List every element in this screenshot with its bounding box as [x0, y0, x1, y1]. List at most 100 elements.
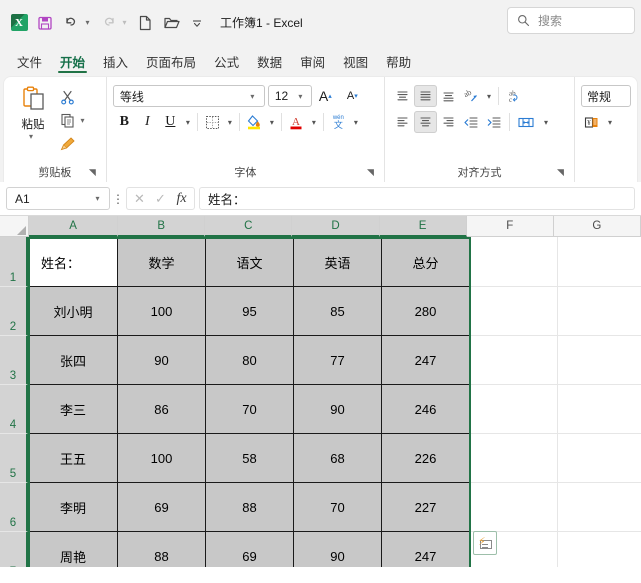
cell-g3[interactable]	[558, 336, 641, 385]
cell-e7[interactable]: 247	[382, 532, 470, 567]
row-header-2[interactable]: 2	[0, 287, 28, 336]
cell-c3[interactable]: 80	[206, 336, 294, 385]
cell-f1[interactable]	[470, 237, 558, 287]
wrap-text-button[interactable]: ab c	[502, 85, 529, 107]
cell-b5[interactable]: 100	[118, 434, 206, 483]
undo-icon[interactable]	[58, 10, 84, 36]
row-header-5[interactable]: 5	[0, 434, 28, 483]
name-box-dropdown-icon[interactable]: ▾	[92, 194, 103, 203]
cell-e1[interactable]: 总分	[382, 237, 470, 287]
fill-dropdown-icon[interactable]: ▾	[266, 111, 278, 133]
cell-d7[interactable]: 90	[294, 532, 382, 567]
number-format-select[interactable]: 常规	[580, 85, 631, 107]
underline-button[interactable]: U	[159, 111, 182, 133]
cell-d4[interactable]: 90	[294, 385, 382, 434]
borders-button[interactable]	[201, 111, 224, 133]
cell-f6[interactable]	[470, 483, 558, 532]
tab-file[interactable]: 文件	[8, 45, 51, 77]
text-orientation-button[interactable]: ab	[460, 85, 483, 107]
tab-view[interactable]: 视图	[334, 45, 377, 77]
cell-d2[interactable]: 85	[294, 287, 382, 336]
cell-c7[interactable]: 69	[206, 532, 294, 567]
cell-c6[interactable]: 88	[206, 483, 294, 532]
row-header-7[interactable]: 7	[0, 532, 28, 567]
confirm-icon[interactable]: ✓	[150, 188, 171, 209]
formula-input[interactable]: 姓名：	[199, 187, 635, 210]
orientation-dropdown-icon[interactable]: ▾	[483, 85, 495, 107]
cell-e3[interactable]: 247	[382, 336, 470, 385]
save-icon[interactable]	[32, 10, 58, 36]
align-bottom-button[interactable]	[437, 85, 460, 107]
paste-dropdown-icon[interactable]: ▾	[26, 132, 37, 141]
align-center-button[interactable]	[413, 111, 437, 133]
cell-g2[interactable]	[558, 287, 641, 336]
cell-f3[interactable]	[470, 336, 558, 385]
cut-button[interactable]	[56, 87, 79, 109]
tab-insert[interactable]: 插入	[94, 45, 137, 77]
cell-c2[interactable]: 95	[206, 287, 294, 336]
customize-qat-icon[interactable]	[184, 10, 210, 36]
phonetic-guide-button[interactable]: wén 文	[327, 111, 350, 133]
tab-home[interactable]: 开始	[51, 45, 94, 77]
align-middle-button[interactable]	[413, 85, 437, 107]
cell-a3[interactable]: 张四	[28, 336, 118, 385]
align-top-button[interactable]	[391, 85, 414, 107]
font-name-dropdown-icon[interactable]: ▾	[247, 92, 258, 101]
cell-d1[interactable]: 英语	[294, 237, 382, 287]
search-box[interactable]: 搜索	[507, 7, 635, 34]
cell-g4[interactable]	[558, 385, 641, 434]
cell-g1[interactable]	[558, 237, 641, 287]
phonetic-dropdown-icon[interactable]: ▾	[350, 111, 362, 133]
cell-b2[interactable]: 100	[118, 287, 206, 336]
column-header-a[interactable]: A	[29, 216, 119, 237]
shrink-font-button[interactable]: A ▾	[339, 85, 366, 107]
format-painter-button[interactable]	[56, 133, 79, 155]
cell-g7[interactable]	[558, 532, 641, 567]
name-box[interactable]: A1 ▾	[6, 187, 110, 210]
cell-g6[interactable]	[558, 483, 641, 532]
cell-e2[interactable]: 280	[382, 287, 470, 336]
bold-button[interactable]: B	[113, 111, 136, 133]
cell-e5[interactable]: 226	[382, 434, 470, 483]
cell-b1[interactable]: 数学	[118, 237, 206, 287]
tab-page-layout[interactable]: 页面布局	[137, 45, 205, 77]
decrease-indent-button[interactable]	[460, 111, 483, 133]
font-color-button[interactable]: A	[285, 111, 308, 133]
column-header-c[interactable]: C	[205, 216, 293, 237]
select-all-corner[interactable]	[0, 216, 29, 236]
merge-and-center-button[interactable]	[513, 111, 540, 133]
undo-dropdown-icon[interactable]: ▾	[82, 18, 93, 27]
font-name-input[interactable]: 等线 ▾	[112, 85, 265, 107]
italic-button[interactable]: I	[136, 111, 159, 133]
align-left-button[interactable]	[391, 111, 414, 133]
open-folder-icon[interactable]	[158, 10, 184, 36]
cell-c4[interactable]: 70	[206, 385, 294, 434]
column-header-e[interactable]: E	[379, 216, 467, 237]
merge-dropdown-icon[interactable]: ▾	[540, 111, 552, 133]
cell-b6[interactable]: 69	[118, 483, 206, 532]
cell-f2[interactable]	[470, 287, 558, 336]
align-right-button[interactable]	[437, 111, 460, 133]
cell-f4[interactable]	[470, 385, 558, 434]
grow-font-button[interactable]: A ▴	[312, 85, 339, 107]
column-header-f[interactable]: F	[467, 216, 554, 236]
increase-indent-button[interactable]	[483, 111, 506, 133]
font-dialog-launcher-icon[interactable]: ◥	[367, 166, 379, 178]
quick-analysis-icon[interactable]: ⚡	[473, 531, 497, 555]
borders-dropdown-icon[interactable]: ▾	[224, 111, 236, 133]
cell-c5[interactable]: 58	[206, 434, 294, 483]
copy-button[interactable]	[56, 110, 79, 132]
copy-dropdown-icon[interactable]: ▾	[77, 116, 88, 125]
cell-a4[interactable]: 李三	[28, 385, 118, 434]
cell-a6[interactable]: 李明	[28, 483, 118, 532]
tab-help[interactable]: 帮助	[377, 45, 420, 77]
tab-review[interactable]: 审阅	[291, 45, 334, 77]
accounting-dropdown-icon[interactable]: ▾	[604, 111, 616, 133]
paste-button[interactable]: 粘贴 ▾	[10, 83, 56, 141]
cell-a7[interactable]: 周艳	[28, 532, 118, 567]
cell-b3[interactable]: 90	[118, 336, 206, 385]
tab-data[interactable]: 数据	[248, 45, 291, 77]
accounting-format-button[interactable]: ¥	[581, 111, 604, 133]
fill-color-button[interactable]	[243, 111, 266, 133]
clipboard-dialog-launcher-icon[interactable]: ◥	[89, 166, 101, 178]
